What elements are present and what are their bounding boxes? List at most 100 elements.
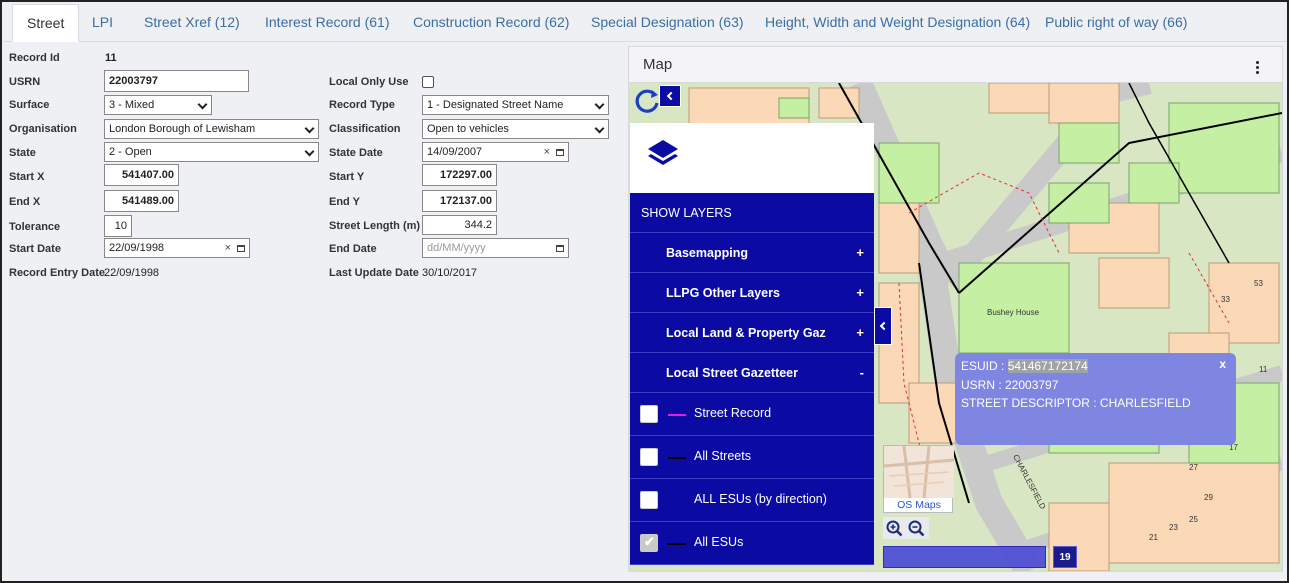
chevron-down-icon: [594, 99, 605, 110]
collapse-toolbar-button[interactable]: [659, 85, 681, 107]
os-maps-label: OS Maps: [897, 499, 941, 511]
layer-group-local-street-gazetteer[interactable]: Local Street Gazetteer -: [630, 353, 874, 393]
end-x-input[interactable]: 541489.00: [104, 190, 179, 212]
layer-checkbox[interactable]: [640, 448, 658, 466]
expand-icon: +: [856, 325, 864, 340]
tolerance-input[interactable]: 10: [104, 215, 132, 237]
collapse-layers-button[interactable]: [874, 307, 892, 345]
state-select[interactable]: 2 - Open: [104, 142, 319, 162]
start-date-label: Start Date: [9, 243, 61, 255]
surface-value: 3 - Mixed: [109, 99, 155, 111]
zoom-in-icon[interactable]: [886, 520, 903, 537]
layer-item-all-streets[interactable]: All Streets: [630, 436, 874, 479]
layer-checkbox[interactable]: [640, 405, 658, 423]
map-canvas[interactable]: Bushey House CHARLESFIELD 53 33 11 27 29…: [629, 83, 1282, 571]
map-house-number: 53: [1254, 279, 1263, 288]
map-house-number: 21: [1149, 533, 1158, 542]
tab-street-xref[interactable]: Street Xref (12): [144, 4, 240, 42]
os-maps-thumbnail: [883, 445, 955, 499]
organisation-label: Organisation: [9, 123, 77, 135]
chevron-down-icon: [594, 123, 605, 134]
layer-item-street-record[interactable]: Street Record: [630, 393, 874, 436]
street-length-input[interactable]: 344.2: [422, 215, 497, 235]
start-y-input[interactable]: 172297.00: [422, 164, 497, 186]
scale-bar: [883, 546, 1046, 568]
end-x-label: End X: [9, 196, 41, 208]
surface-label: Surface: [9, 99, 50, 111]
map-label-bushey-house: Bushey House: [987, 308, 1040, 317]
map-house-number: 29: [1204, 493, 1213, 502]
map-house-number: 27: [1189, 463, 1198, 472]
map-house-number: 23: [1169, 523, 1178, 532]
calendar-icon[interactable]: [556, 245, 564, 252]
chevron-left-icon: [879, 321, 889, 331]
layer-group-basemapping[interactable]: Basemapping +: [630, 233, 874, 273]
map-header: Map: [629, 47, 1282, 83]
record-type-value: 1 - Designated Street Name: [427, 99, 564, 111]
more-options-icon[interactable]: [1256, 61, 1260, 76]
last-update-date-label: Last Update Date: [329, 267, 419, 279]
record-id-value: 11: [105, 52, 117, 64]
map-house-number: 25: [1189, 515, 1198, 524]
tab-interest-record[interactable]: Interest Record (61): [265, 4, 390, 42]
zoom-level-badge: 19: [1053, 546, 1077, 568]
tab-public-right-of-way[interactable]: Public right of way (66): [1045, 4, 1187, 42]
layer-checkbox[interactable]: [640, 491, 658, 509]
end-date-label: End Date: [329, 243, 377, 255]
layer-item-all-esus-direction[interactable]: ALL ESUs (by direction): [630, 479, 874, 522]
surface-select[interactable]: 3 - Mixed: [104, 95, 212, 115]
expand-icon: +: [856, 285, 864, 300]
street-form: Record Id 11 USRN 22003797 Surface 3 - M…: [2, 42, 624, 581]
local-only-use-checkbox[interactable]: [422, 76, 434, 88]
organisation-select[interactable]: London Borough of Lewisham: [104, 119, 319, 139]
end-y-input[interactable]: 172137.00: [422, 190, 497, 212]
usrn-input[interactable]: 22003797: [104, 70, 249, 92]
tab-lpi[interactable]: LPI: [92, 4, 113, 42]
end-y-label: End Y: [329, 196, 360, 208]
state-date-input[interactable]: 14/09/2007 ×: [422, 142, 569, 162]
chevron-down-icon: [304, 123, 315, 134]
record-type-select[interactable]: 1 - Designated Street Name: [422, 95, 609, 115]
layer-group-local-land-property[interactable]: Local Land & Property Gaz +: [630, 313, 874, 353]
line-swatch-icon: [668, 414, 686, 416]
zoom-controls: [883, 517, 929, 539]
close-icon[interactable]: x: [1219, 357, 1226, 371]
tab-special-designation[interactable]: Special Designation (63): [591, 4, 744, 42]
state-date-label: State Date: [329, 147, 383, 159]
calendar-icon[interactable]: [237, 245, 245, 252]
state-date-value: 14/09/2007: [427, 146, 483, 158]
popup-esuid-line: ESUID : 541467172174: [961, 359, 1088, 373]
layer-group-llpg-other[interactable]: LLPG Other Layers +: [630, 273, 874, 313]
chevron-down-icon: [197, 99, 208, 110]
os-maps-toggle[interactable]: OS Maps: [883, 445, 955, 513]
layer-checkbox-checked[interactable]: ✔: [640, 534, 658, 552]
tab-bar: Street LPI Street Xref (12) Interest Rec…: [4, 4, 1287, 42]
clear-icon[interactable]: ×: [544, 143, 550, 161]
classification-value: Open to vehicles: [427, 123, 509, 135]
calendar-icon[interactable]: [556, 149, 564, 156]
start-date-value: 22/09/1998: [109, 242, 165, 254]
layers-icon[interactable]: [646, 137, 680, 171]
tab-height-width-weight[interactable]: Height, Width and Weight Designation (64…: [765, 4, 1030, 42]
start-date-input[interactable]: 22/09/1998 ×: [104, 238, 250, 258]
classification-select[interactable]: Open to vehicles: [422, 119, 609, 139]
organisation-value: London Borough of Lewisham: [109, 123, 256, 135]
clear-icon[interactable]: ×: [225, 239, 231, 257]
expand-icon: +: [856, 245, 864, 260]
line-swatch-icon: [668, 457, 686, 459]
start-x-input[interactable]: 541407.00: [104, 164, 179, 186]
refresh-icon[interactable]: [633, 87, 661, 115]
state-value: 2 - Open: [109, 146, 152, 158]
tab-street[interactable]: Street: [12, 4, 80, 42]
popup-esuid-value: 541467172174: [1007, 359, 1088, 373]
tab-construction-record[interactable]: Construction Record (62): [413, 4, 569, 42]
local-only-use-label: Local Only Use: [329, 76, 409, 88]
popup-usrn-line: USRN : 22003797: [961, 378, 1059, 392]
popup-descriptor-line: STREET DESCRIPTOR : CHARLESFIELD: [961, 396, 1191, 410]
layers-panel: SHOW LAYERS Basemapping + LLPG Other Laye…: [630, 123, 874, 567]
show-layers-heading: SHOW LAYERS: [630, 193, 874, 233]
end-date-input[interactable]: dd/MM/yyyy: [422, 238, 569, 258]
layer-item-all-esus[interactable]: ✔ All ESUs: [630, 522, 874, 565]
layers-header: [630, 123, 874, 193]
zoom-out-icon[interactable]: [908, 520, 925, 537]
